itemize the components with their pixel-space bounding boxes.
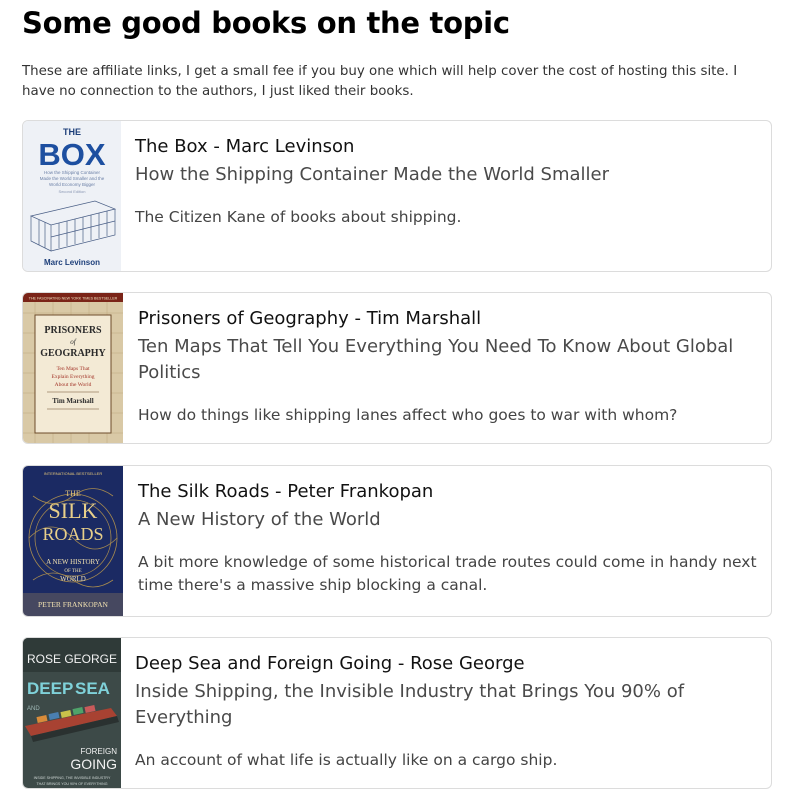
svg-text:Ten Maps That: Ten Maps That: [56, 366, 90, 372]
svg-text:INSIDE SHIPPING, THE INVISIBLE: INSIDE SHIPPING, THE INVISIBLE INDUSTRY: [34, 776, 111, 780]
svg-text:INTERNATIONAL BESTSELLER: INTERNATIONAL BESTSELLER: [44, 471, 103, 476]
svg-text:THAT BRINGS YOU 90% OF EVERYTH: THAT BRINGS YOU 90% OF EVERYTHING: [36, 782, 107, 786]
book-subtitle: How the Shipping Container Made the Worl…: [135, 164, 609, 185]
cover-title: PRISONERS: [44, 325, 102, 336]
svg-text:FOREIGN: FOREIGN: [81, 747, 118, 756]
book-title[interactable]: Prisoners of Geography - Tim Marshall: [138, 306, 757, 332]
cover-title-top: THE: [63, 127, 81, 137]
svg-text:Explain Everything: Explain Everything: [52, 374, 95, 380]
svg-text:OF THE: OF THE: [64, 569, 81, 574]
svg-text:About the World: About the World: [55, 382, 92, 388]
deep-sea-cover-art: ROSE GEORGE DEEP SEA AND FOREIGN GOING I…: [23, 638, 121, 788]
book-subtitle: A New History of the World: [138, 509, 381, 530]
book-subtitle: Inside Shipping, the Invisible Industry …: [135, 681, 685, 728]
book-cover-the-box[interactable]: THE BOX How the Shipping Container Made …: [23, 121, 121, 271]
book-cover-prisoners-of-geography[interactable]: THE FASCINATING NEW YORK TIMES BESTSELLE…: [23, 293, 123, 443]
book-description: An account of what life is actually like…: [135, 751, 558, 769]
svg-text:Second Edition: Second Edition: [59, 189, 86, 194]
book-cover-the-silk-roads[interactable]: INTERNATIONAL BESTSELLER THE SILK ROADS …: [23, 466, 123, 616]
svg-text:THE: THE: [65, 489, 81, 498]
book-card-the-silk-roads[interactable]: INTERNATIONAL BESTSELLER THE SILK ROADS …: [22, 465, 772, 617]
book-subtitle: Ten Maps That Tell You Everything You Ne…: [138, 336, 734, 383]
svg-text:How the Shipping Container: How the Shipping Container: [44, 170, 101, 175]
affiliate-disclaimer: These are affiliate links, I get a small…: [22, 64, 738, 99]
the-box-cover-art: THE BOX How the Shipping Container Made …: [23, 121, 121, 271]
book-description: The Citizen Kane of books about shipping…: [135, 208, 462, 226]
prisoners-cover-art: THE FASCINATING NEW YORK TIMES BESTSELLE…: [23, 293, 123, 443]
svg-text:AND: AND: [27, 706, 40, 712]
svg-text:ROADS: ROADS: [42, 524, 103, 544]
cover-author: ROSE GEORGE: [27, 652, 117, 666]
book-title[interactable]: The Box - Marc Levinson: [135, 134, 757, 160]
svg-text:A NEW HISTORY: A NEW HISTORY: [46, 558, 100, 566]
cover-author: Marc Levinson: [44, 258, 100, 267]
svg-text:World Economy Bigger: World Economy Bigger: [49, 182, 95, 187]
book-card-deep-sea-and-foreign-going[interactable]: ROSE GEORGE DEEP SEA AND FOREIGN GOING I…: [22, 637, 772, 789]
svg-text:THE FASCINATING NEW YORK TIMES: THE FASCINATING NEW YORK TIMES BESTSELLE…: [29, 297, 118, 301]
book-card-the-box[interactable]: THE BOX How the Shipping Container Made …: [22, 120, 772, 272]
book-description: A bit more knowledge of some historical …: [138, 553, 757, 594]
cover-title-main: BOX: [38, 137, 106, 172]
cover-title: DEEP: [27, 679, 73, 698]
book-title[interactable]: Deep Sea and Foreign Going - Rose George: [135, 651, 757, 677]
book-card-prisoners-of-geography[interactable]: THE FASCINATING NEW YORK TIMES BESTSELLE…: [22, 292, 772, 444]
svg-text:WORLD: WORLD: [60, 575, 86, 583]
cover-title: SILK: [49, 498, 98, 523]
book-title[interactable]: The Silk Roads - Peter Frankopan: [138, 479, 757, 505]
svg-text:SEA: SEA: [75, 679, 110, 698]
svg-text:GEOGRAPHY: GEOGRAPHY: [40, 348, 106, 359]
svg-text:Made the World Smaller and the: Made the World Smaller and the: [40, 176, 105, 181]
book-description: How do things like shipping lanes affect…: [138, 406, 678, 424]
svg-text:GOING: GOING: [70, 756, 117, 772]
page-title: Some good books on the topic: [22, 6, 510, 40]
cover-author: PETER FRANKOPAN: [38, 600, 109, 609]
book-cover-deep-sea[interactable]: ROSE GEORGE DEEP SEA AND FOREIGN GOING I…: [23, 638, 121, 788]
silk-roads-cover-art: INTERNATIONAL BESTSELLER THE SILK ROADS …: [23, 466, 123, 616]
cover-author: Tim Marshall: [52, 397, 93, 405]
